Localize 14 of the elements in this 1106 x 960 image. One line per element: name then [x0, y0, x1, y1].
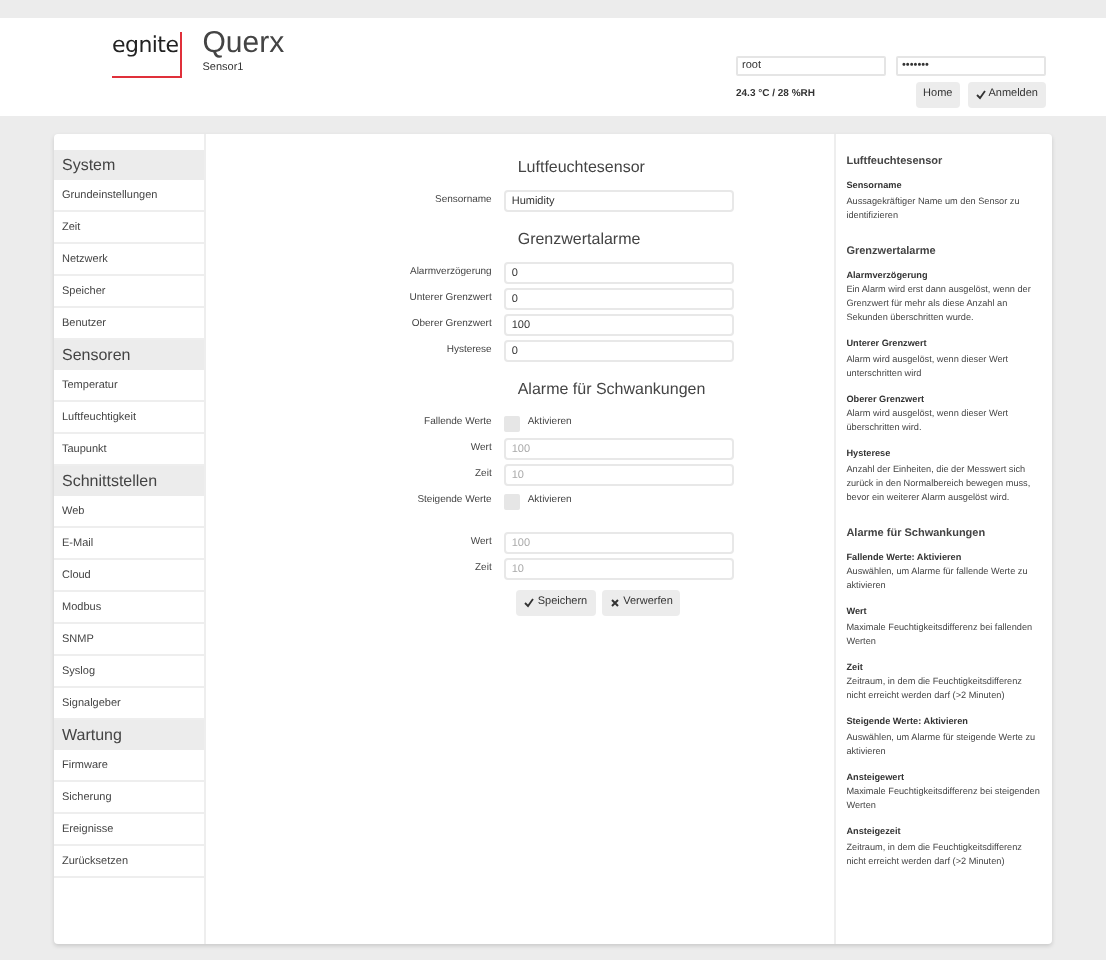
close-icon	[609, 598, 620, 608]
section-title: Alarme für Schwankungen	[517, 380, 708, 400]
logo: egnite	[112, 32, 183, 78]
sidebar-heading: System	[54, 150, 204, 180]
check-icon	[523, 598, 534, 608]
app-title: Querx	[202, 26, 285, 62]
sidebar-heading: Schnittstellen	[54, 466, 204, 496]
check-icon	[976, 90, 987, 100]
sidebar-heading: Sensoren	[54, 340, 204, 370]
section-title: Grenzwertalarme	[517, 230, 643, 250]
section-title: Luftfeuchtesensor	[517, 158, 647, 178]
checkbox[interactable]	[503, 493, 520, 509]
sidebar-heading: Wartung	[54, 720, 204, 750]
checkbox[interactable]	[503, 415, 520, 431]
